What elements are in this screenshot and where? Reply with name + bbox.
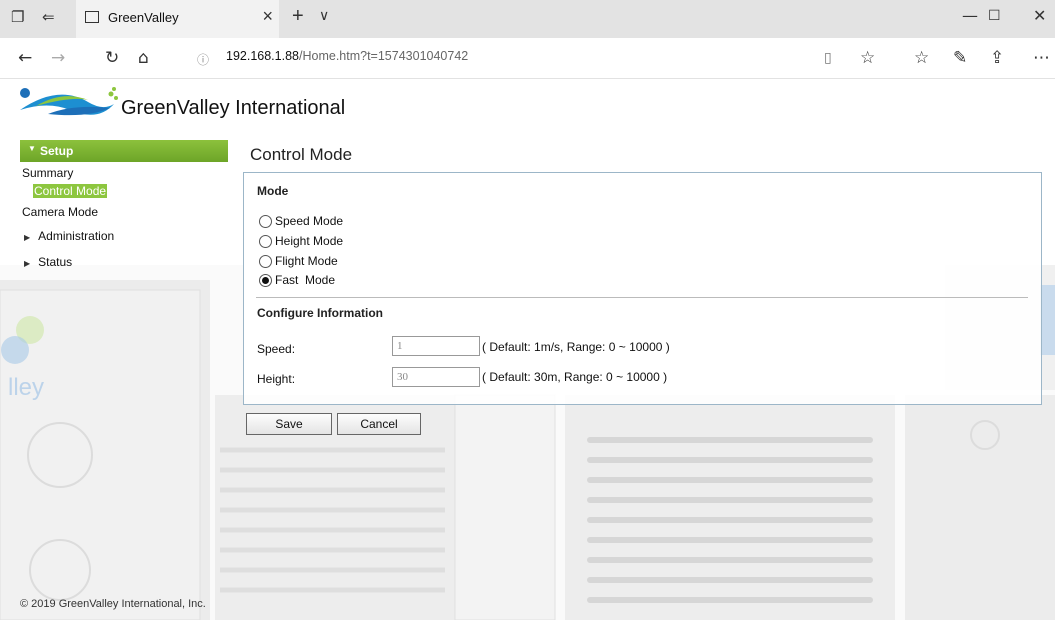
- sidebar-item-administration[interactable]: ▶ Administration: [24, 229, 114, 243]
- flight-mode-radio[interactable]: [259, 254, 272, 268]
- browser-titlebar: ❐ ⇐ GreenValley × + ∨ — ☐ ✕: [0, 0, 1055, 38]
- sidebar-item-label: Administration: [38, 229, 115, 243]
- speed-input[interactable]: [392, 336, 480, 356]
- fast-mode-radio[interactable]: [259, 273, 272, 287]
- radio-label: Flight Mode: [275, 254, 338, 268]
- info-icon[interactable]: ⓘ: [197, 51, 209, 68]
- url-path: /Home.htm?t=1574301040742: [299, 49, 469, 63]
- svg-text:lley: lley: [8, 374, 44, 401]
- sidebar-item-summary[interactable]: Summary: [22, 166, 73, 180]
- height-label: Height:: [257, 372, 296, 386]
- configure-section-title: Configure Information: [257, 306, 383, 320]
- url-field[interactable]: 192.168.1.88/Home.htm?t=1574301040742: [226, 49, 468, 63]
- tab-actions-icon[interactable]: ❐: [11, 8, 24, 26]
- radio-label: Height Mode: [275, 234, 344, 248]
- chevron-right-icon: ▶: [24, 233, 31, 242]
- maximize-icon[interactable]: ☐: [988, 8, 1001, 24]
- forward-icon[interactable]: →: [51, 48, 65, 68]
- radio-label: Fast Mode: [275, 273, 336, 287]
- favorite-icon[interactable]: ☆: [860, 48, 875, 68]
- speed-mode-option[interactable]: Speed Mode: [259, 214, 343, 228]
- more-icon[interactable]: ⋯: [1033, 48, 1050, 68]
- cancel-button[interactable]: Cancel: [337, 413, 421, 435]
- pen-icon[interactable]: ✎: [953, 48, 967, 68]
- sidebar-setup-header[interactable]: ▼ Setup: [20, 140, 228, 162]
- radio-label: Speed Mode: [275, 214, 344, 228]
- sidebar-item-label: Status: [38, 255, 73, 269]
- speed-mode-radio[interactable]: [259, 214, 272, 228]
- new-tab-icon[interactable]: +: [292, 5, 304, 28]
- height-hint: ( Default: 30m, Range: 0 ~ 10000 ): [482, 370, 668, 384]
- close-window-icon[interactable]: ✕: [1033, 6, 1046, 25]
- page-icon: [85, 11, 99, 23]
- tab-list-icon[interactable]: ∨: [319, 8, 329, 24]
- copyright-footer: © 2019 GreenValley International, Inc.: [20, 598, 206, 610]
- home-icon[interactable]: ⌂: [138, 48, 149, 68]
- control-mode-panel: Mode Speed Mode Height Mode Flight Mode …: [243, 172, 1042, 405]
- section-divider: [256, 297, 1028, 298]
- flight-mode-option[interactable]: Flight Mode: [259, 254, 338, 268]
- sidebar-item-camera-mode[interactable]: Camera Mode: [22, 205, 98, 219]
- save-button[interactable]: Save: [246, 413, 332, 435]
- url-host: 192.168.1.88: [226, 49, 299, 63]
- tab-back-icon[interactable]: ⇐: [42, 8, 55, 26]
- brand-name: GreenValley International: [121, 97, 346, 119]
- address-bar: ← → ↻ ⌂ ⓘ 192.168.1.88/Home.htm?t=157430…: [0, 38, 1055, 79]
- sidebar-item-label: Control Mode: [33, 184, 108, 198]
- refresh-icon[interactable]: ↻: [105, 48, 119, 68]
- setup-label: Setup: [40, 144, 74, 158]
- fast-mode-option[interactable]: Fast Mode: [259, 273, 335, 287]
- back-icon[interactable]: ←: [18, 48, 32, 68]
- share-icon[interactable]: ⇪: [990, 48, 1004, 68]
- reading-view-icon[interactable]: ▯: [824, 50, 832, 66]
- greenvalley-logo: [20, 87, 118, 116]
- speed-label: Speed:: [257, 342, 296, 356]
- sidebar-item-status[interactable]: ▶ Status: [24, 255, 72, 269]
- height-mode-radio[interactable]: [259, 234, 272, 248]
- mode-section-title: Mode: [257, 184, 289, 198]
- tab-title: GreenValley: [108, 10, 179, 25]
- minimize-icon[interactable]: —: [962, 6, 978, 25]
- height-input[interactable]: [392, 367, 480, 387]
- chevron-right-icon: ▶: [24, 259, 31, 268]
- height-mode-option[interactable]: Height Mode: [259, 234, 343, 248]
- close-tab-icon[interactable]: ×: [262, 6, 273, 27]
- browser-tab[interactable]: GreenValley ×: [76, 0, 279, 38]
- chevron-down-icon: ▼: [28, 144, 36, 153]
- favorites-hub-icon[interactable]: ☆: [914, 48, 929, 68]
- sidebar-item-control-mode[interactable]: Control Mode: [33, 184, 108, 198]
- page-title: Control Mode: [250, 145, 353, 164]
- speed-hint: ( Default: 1m/s, Range: 0 ~ 10000 ): [482, 340, 670, 354]
